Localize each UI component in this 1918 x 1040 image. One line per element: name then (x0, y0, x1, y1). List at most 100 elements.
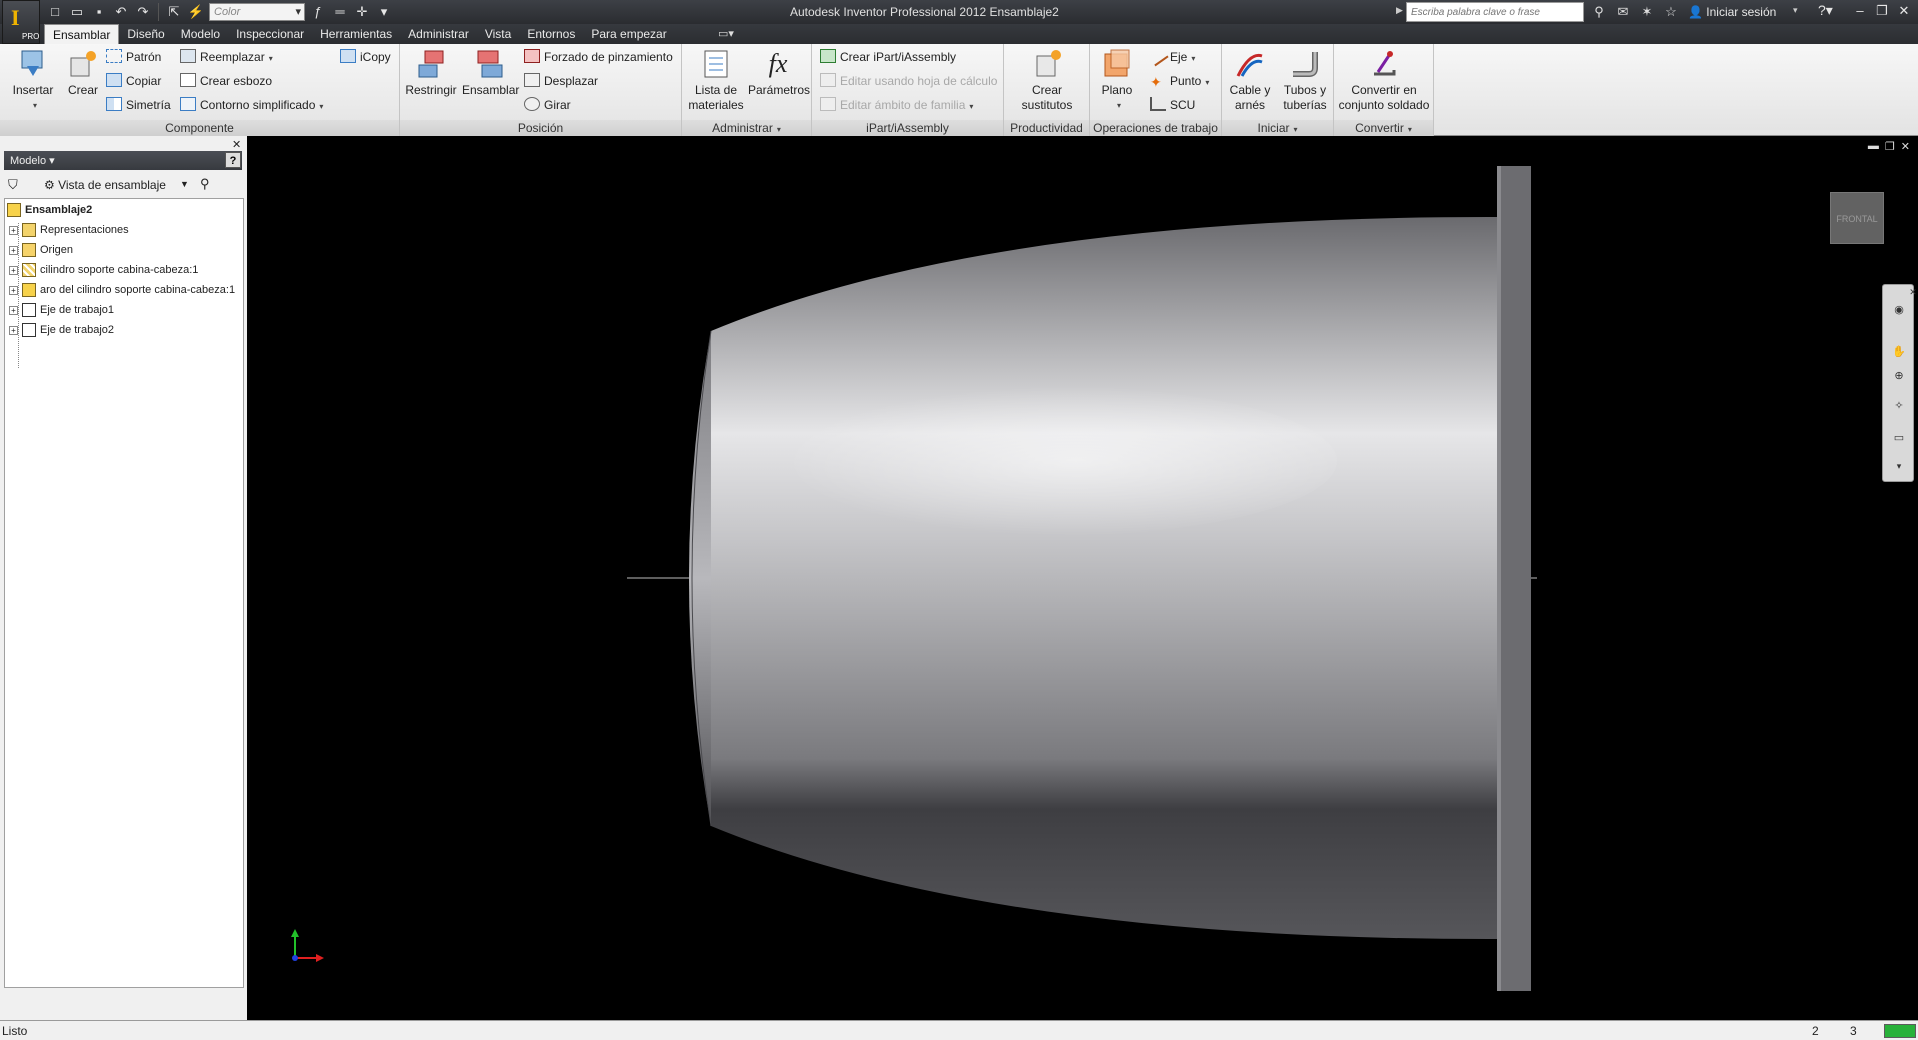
tab-vista[interactable]: Vista (477, 24, 519, 44)
tree-node-eje-trabajo1[interactable]: + Eje de trabajo1 (9, 301, 114, 319)
help-icon[interactable]: ?▾ (1818, 2, 1833, 19)
panel-title-iniciar[interactable]: Iniciar ▾ (1222, 120, 1333, 136)
punto-button[interactable]: ✦ Punto ▾ (1150, 72, 1209, 90)
panel-title-administrar[interactable]: Administrar ▾ (682, 120, 811, 136)
girar-button[interactable]: Girar (524, 96, 571, 114)
simetria-button[interactable]: Simetría (106, 96, 171, 114)
tab-administrar[interactable]: Administrar (400, 24, 477, 44)
undo-icon[interactable]: ↶ (112, 3, 130, 21)
navbar-menu-icon[interactable]: ▾ (1891, 461, 1907, 477)
restore-icon[interactable]: ❐ (1874, 2, 1890, 20)
tree-node-cilindro[interactable]: + cilindro soporte cabina-cabeza:1 (9, 261, 198, 279)
browser-toolbar: ⛉ ⚙ Vista de ensamblaje ▼ ⚲ (4, 174, 242, 196)
parametros-button[interactable]: fx Parámetros (748, 48, 810, 98)
filter-icon[interactable]: ⛉ (8, 177, 18, 193)
reemplazar-button[interactable]: Reemplazar ▾ (180, 48, 273, 66)
copiar-button[interactable]: Copiar (106, 72, 161, 90)
chevron-down-icon: ▾ (776, 125, 781, 134)
lista-materiales-button[interactable]: Lista de materiales (686, 48, 746, 113)
title-bar: I PRO □ ▭ ▪ ↶ ↷ ⇱ ⚡ Color ▾ ƒ ═ ✛ ▾ Auto… (0, 0, 1918, 44)
binoculars-find-icon[interactable]: ⚲ (200, 176, 210, 192)
contorno-simplificado-button[interactable]: Contorno simplificado ▾ (180, 96, 323, 114)
look-at-icon[interactable]: ▭ (1891, 431, 1907, 447)
open-icon[interactable]: ▭ (68, 3, 86, 21)
application-menu-button[interactable]: I PRO (2, 0, 40, 44)
tab-inspeccionar[interactable]: Inspeccionar (228, 24, 312, 44)
plano-button[interactable]: Plano ▾ (1094, 48, 1140, 113)
tree-node-aro[interactable]: + aro del cilindro soporte cabina-cabeza… (9, 281, 235, 299)
ensamblar-button[interactable]: Ensamblar (462, 48, 519, 98)
restringir-button[interactable]: Restringir (404, 48, 458, 98)
tree-node-eje-trabajo2[interactable]: + Eje de trabajo2 (9, 321, 114, 339)
editar-ambito-button[interactable]: Editar ámbito de familia ▾ (820, 96, 973, 114)
patron-button[interactable]: Patrón (106, 48, 161, 66)
zoom-icon[interactable]: ⊕ (1891, 369, 1907, 385)
cable-arnes-button[interactable]: Cable y arnés (1224, 48, 1276, 113)
crear-sustitutos-button[interactable]: Crear sustitutos (1008, 48, 1086, 113)
browser-help-icon[interactable]: ? (225, 152, 241, 168)
tubos-label-1: Tubos y (1283, 83, 1327, 97)
line-weight-icon[interactable]: ═ (331, 3, 349, 21)
communication-center-icon[interactable]: ✶ (1638, 2, 1656, 22)
help-search-input[interactable] (1406, 2, 1584, 22)
tab-modelo[interactable]: Modelo (173, 24, 228, 44)
ribbon-options-icon[interactable]: ▭▾ (718, 27, 734, 40)
tree-node-representaciones[interactable]: + Representaciones (9, 221, 129, 239)
insertar-button[interactable]: Insertar ▾ (8, 48, 58, 113)
part-icon (22, 263, 36, 277)
customize-dropdown-icon[interactable]: ▾ (375, 3, 393, 21)
tree-node-root[interactable]: Ensamblaje2 (7, 201, 92, 219)
browser-close-icon[interactable]: ✕ (232, 138, 241, 151)
orbit-icon[interactable]: ✧ (1891, 399, 1907, 415)
tab-para-empezar[interactable]: Para empezar (583, 24, 674, 44)
tab-ensamblar[interactable]: Ensamblar (44, 24, 120, 44)
expand-icon[interactable]: + (9, 265, 18, 275)
function-icon[interactable]: ƒ (309, 3, 327, 21)
expand-icon[interactable]: + (9, 285, 18, 295)
graphics-viewport[interactable]: ▬ ❐ ✕ FRONTAL ✕ ◉ ✋ ⊕ ✧ ▭ ▾ (247, 136, 1918, 1020)
save-icon[interactable]: ▪ (90, 3, 108, 21)
redo-icon[interactable]: ↷ (134, 3, 152, 21)
subscription-icon[interactable]: ✉ (1614, 2, 1632, 22)
pan-hand-icon[interactable]: ✋ (1891, 345, 1907, 361)
desplazar-button[interactable]: Desplazar (524, 72, 598, 90)
tab-herramientas[interactable]: Herramientas (312, 24, 400, 44)
binoculars-icon[interactable]: ⚲ (1590, 2, 1608, 22)
editar-hoja-button[interactable]: Editar usando hoja de cálculo (820, 72, 997, 90)
tab-diseno[interactable]: Diseño (119, 24, 172, 44)
expand-icon[interactable]: + (9, 225, 18, 235)
signin-dropdown-icon[interactable]: ▾ (1793, 5, 1798, 16)
chevron-down-icon[interactable]: ▼ (180, 179, 189, 189)
tree-node-origen[interactable]: + Origen (9, 241, 73, 259)
minimize-icon[interactable]: – (1852, 2, 1868, 20)
convertir-soldado-button[interactable]: Convertir en conjunto soldado (1336, 48, 1432, 113)
eje-button[interactable]: Eje ▾ (1147, 45, 1195, 67)
crear-esbozo-button[interactable]: Crear esbozo (180, 72, 272, 90)
crear-ipart-button[interactable]: Crear iPart/iAssembly (820, 48, 956, 66)
cylinder-ring (1497, 166, 1531, 991)
crear-button[interactable]: Crear (62, 48, 104, 98)
tubos-tuberias-button[interactable]: Tubos y tuberías (1278, 48, 1332, 113)
scu-button[interactable]: SCU (1150, 96, 1195, 114)
tab-entornos[interactable]: Entornos (519, 24, 583, 44)
steering-wheel-icon[interactable]: ◉ (1891, 303, 1907, 319)
navbar-close-icon[interactable]: ✕ (1905, 287, 1918, 303)
close-icon[interactable]: ✕ (1896, 2, 1912, 20)
update-icon[interactable]: ⚡ (187, 3, 205, 21)
crosshair-icon[interactable]: ✛ (353, 3, 371, 21)
icopy-button[interactable]: iCopy (340, 48, 391, 66)
assembly-view-dropdown[interactable]: ⚙ Vista de ensamblaje (44, 178, 166, 192)
favorites-star-icon[interactable]: ☆ (1662, 2, 1680, 22)
new-icon[interactable]: □ (46, 3, 64, 21)
signin-button[interactable]: 👤 Iniciar sesión (1688, 5, 1776, 19)
return-icon[interactable]: ⇱ (165, 3, 183, 21)
browser-header[interactable]: Modelo ▾ ? (4, 151, 242, 170)
search-expand-icon[interactable]: ▶ (1396, 5, 1403, 16)
panel-title-convertir[interactable]: Convertir ▾ (1334, 120, 1433, 136)
expand-icon[interactable]: + (9, 305, 18, 315)
color-dropdown[interactable]: Color ▾ (209, 3, 305, 21)
expand-icon[interactable]: + (9, 325, 18, 335)
viewcube[interactable]: FRONTAL (1830, 192, 1884, 244)
forzado-pinzamiento-button[interactable]: Forzado de pinzamiento (524, 48, 673, 66)
expand-icon[interactable]: + (9, 245, 18, 255)
